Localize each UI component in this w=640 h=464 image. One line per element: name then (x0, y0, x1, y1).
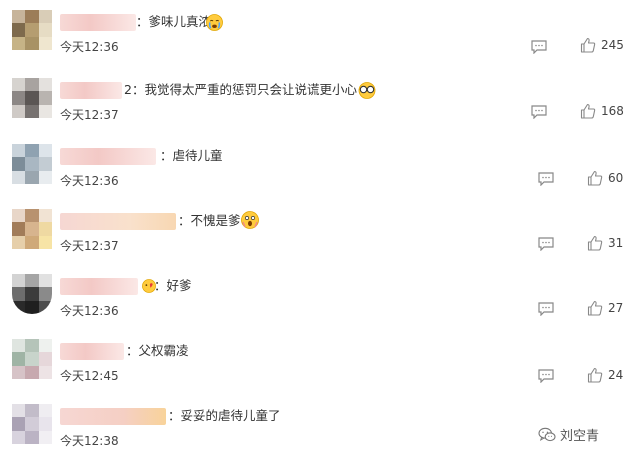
thumbs-up-icon (587, 235, 603, 251)
like-count: 31 (608, 236, 624, 250)
avatar[interactable] (12, 144, 52, 184)
like-count: 168 (601, 104, 624, 118)
shocked-emoji-icon (241, 211, 259, 233)
like-count: 245 (601, 38, 624, 52)
comment-item: ：不愧是爹 今天12:37 31 (0, 207, 640, 269)
comment-time: 今天12:37 (60, 239, 119, 253)
comment-item: ：虐待儿童 今天12:36 60 (0, 142, 640, 204)
wechat-logo-icon (538, 427, 556, 441)
comment-item: 2：我觉得太严重的惩罚只会让说谎更小心 今天12:37 168 (0, 76, 640, 138)
comment-text: 2：我觉得太严重的惩罚只会让说谎更小心 (124, 82, 357, 97)
glasses-emoji-icon (358, 82, 376, 103)
like-count: 24 (608, 368, 624, 382)
comment-text: ：虐待儿童 (160, 148, 223, 163)
thumbs-up-icon (587, 300, 603, 316)
watermark-text: 刘空青 (560, 429, 600, 444)
like-button[interactable]: 24 (587, 367, 623, 383)
comment-bubble-icon[interactable] (538, 236, 554, 252)
comment-text: ：好爹 (154, 278, 192, 293)
comment-text: ：父权霸凌 (126, 343, 189, 358)
username-blurred[interactable] (60, 408, 166, 425)
username-blurred[interactable] (60, 148, 156, 165)
username-blurred[interactable] (60, 278, 138, 295)
avatar[interactable] (12, 78, 52, 118)
thumbs-up-icon (587, 367, 603, 383)
avatar[interactable] (12, 339, 52, 379)
thumbs-up-icon (587, 170, 603, 186)
comment-bubble-icon[interactable] (538, 301, 554, 317)
comment-time: 今天12:37 (60, 108, 119, 122)
comment-bubble-icon[interactable] (538, 368, 554, 384)
comment-time: 今天12:36 (60, 304, 119, 318)
like-button[interactable]: 27 (587, 300, 623, 316)
comment-time: 今天12:36 (60, 174, 119, 188)
avatar[interactable] (12, 274, 52, 314)
avatar[interactable] (12, 209, 52, 249)
comment-time: 今天12:45 (60, 369, 119, 383)
username-blurred[interactable] (60, 14, 136, 31)
like-button[interactable]: 31 (587, 235, 623, 251)
like-button[interactable]: 245 (580, 37, 624, 53)
comment-bubble-icon[interactable] (531, 39, 547, 55)
thumbs-up-icon (580, 37, 596, 53)
like-button[interactable]: 60 (587, 170, 623, 186)
thumbs-up-icon (580, 103, 596, 119)
avatar[interactable] (12, 10, 52, 50)
comment-item: ：父权霸凌 今天12:45 24 (0, 337, 640, 399)
username-blurred[interactable] (60, 213, 176, 230)
like-count: 27 (608, 301, 624, 315)
comment-text: ：爹味儿真浓 (136, 14, 212, 29)
comment-time: 今天12:36 (60, 40, 119, 54)
like-button[interactable]: 168 (580, 103, 624, 119)
comment-bubble-icon[interactable] (538, 171, 554, 187)
crying-emoji-icon (206, 14, 223, 35)
comment-item: ：好爹 今天12:36 27 (0, 272, 640, 334)
avatar[interactable] (12, 404, 52, 444)
comment-item: ：爹味儿真浓 今天12:36 245 (0, 8, 640, 70)
comment-bubble-icon[interactable] (531, 104, 547, 120)
watermark: 刘空青 (538, 425, 599, 444)
comment-time: 今天12:38 (60, 434, 119, 448)
comment-text: ：不愧是爹 (178, 213, 241, 228)
like-count: 60 (608, 171, 624, 185)
username-blurred[interactable] (60, 343, 124, 360)
comment-text: ：妥妥的虐待儿童了 (168, 408, 281, 423)
username-blurred[interactable] (60, 82, 122, 99)
